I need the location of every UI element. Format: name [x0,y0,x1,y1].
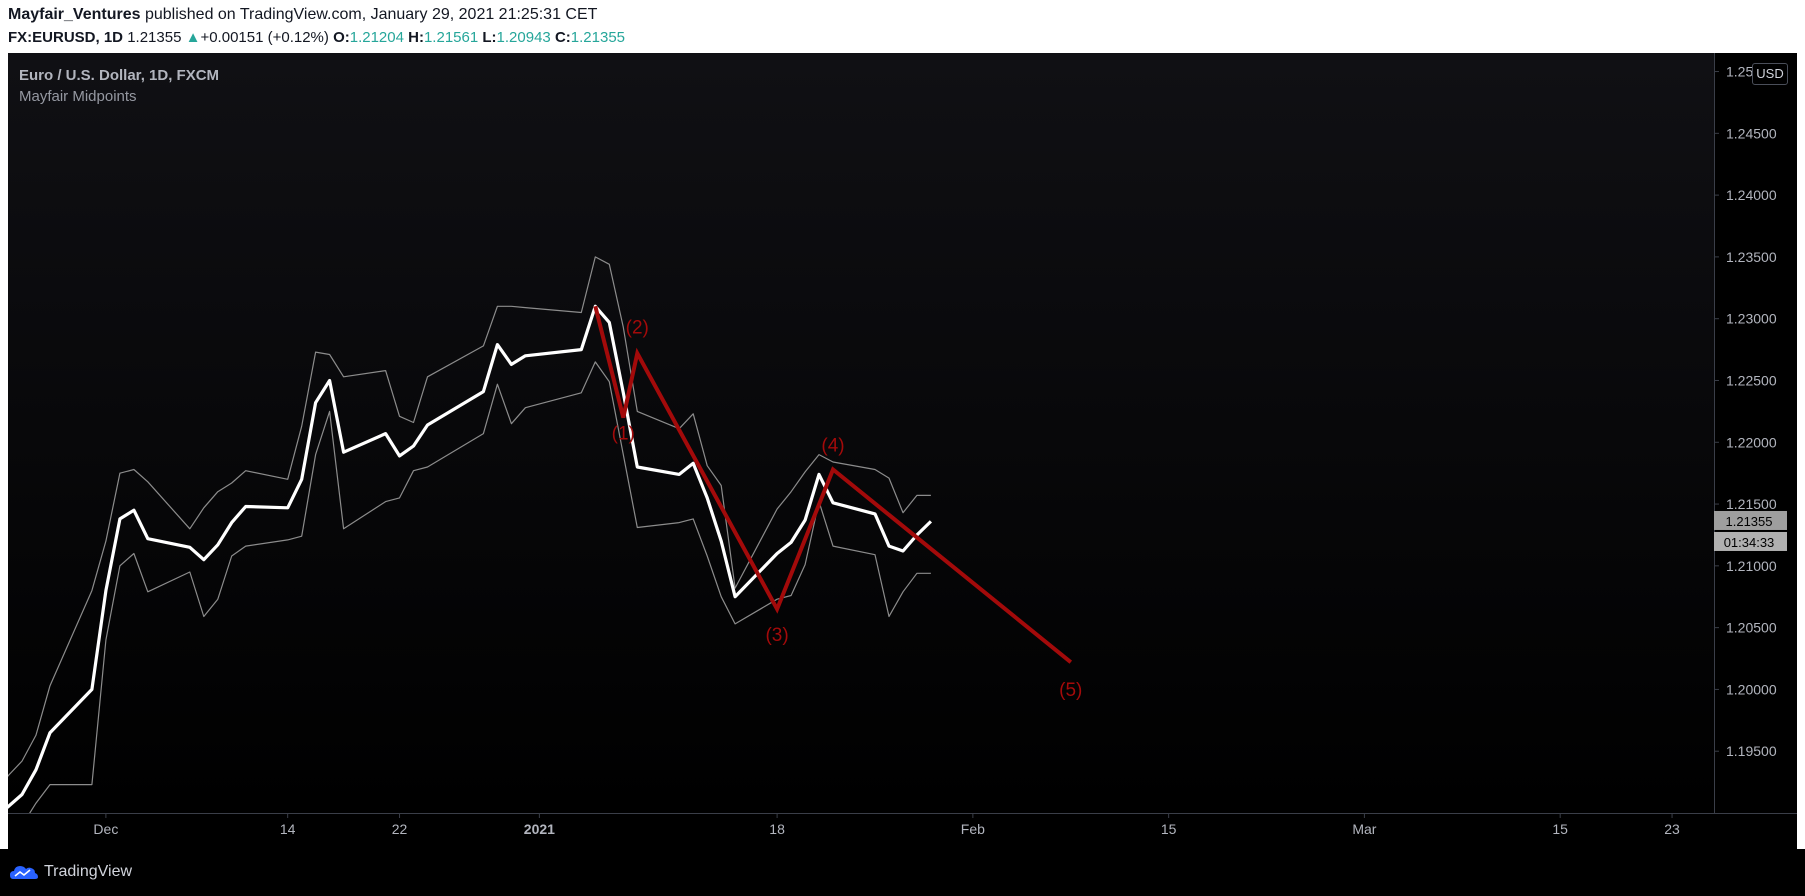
high-label: H: [408,29,424,46]
time-tick-label: 22 [392,821,408,837]
change-arrow-icon: ▲ [185,29,201,46]
time-tick-label: 15 [1161,821,1177,837]
high-value: 1.21561 [423,29,479,46]
time-tick-label: 2021 [524,821,555,837]
symbol-text: FX:EURUSD, 1D [8,29,124,46]
wave-label[interactable]: (5) [1059,680,1082,701]
open-label: O: [333,29,350,46]
publish-header: Mayfair_Ventures published on TradingVie… [0,0,1805,52]
last-price-label[interactable]: 1.21355 [1726,514,1773,529]
last-price: 1.21355 [127,29,182,46]
price-tick-label: 1.23500 [1726,249,1777,265]
wave-label[interactable]: (3) [765,625,788,646]
time-tick-label: 14 [280,821,296,837]
currency-badge[interactable]: USD [1752,63,1788,85]
price-tick-label: 1.21500 [1726,496,1777,512]
time-tick-label: 15 [1552,821,1568,837]
tradingview-brand-text: TradingView [44,863,133,880]
wave-label[interactable]: (2) [626,317,649,338]
countdown-label[interactable]: 01:34:33 [1724,535,1775,550]
price-chart[interactable]: 1.19500 1.20000 1.20500 1.21000 1.21500 1.220… [8,53,1797,849]
wave-label[interactable]: (1) [612,424,635,445]
published-text: published on TradingView.com, January 29… [140,6,598,23]
open-value: 1.21204 [349,29,404,46]
price-tick-label: 1.20500 [1726,620,1777,636]
price-axis[interactable]: 1.19500 1.20000 1.20500 1.21000 1.21500 1.220… [1714,53,1787,813]
low-label: L: [482,29,497,46]
time-tick-label: 23 [1664,821,1680,837]
legend-symbol-title[interactable]: Euro / U.S. Dollar, 1D, FXCM [19,67,219,84]
price-tick-label: 1.21000 [1726,558,1777,574]
close-label: C: [554,29,571,46]
price-tick-label: 1.23000 [1726,311,1777,327]
time-tick-label: Feb [961,821,985,837]
wave-label[interactable]: (4) [821,435,844,456]
footer-bar: TradingView [0,849,1805,896]
close-value: 1.21355 [570,29,626,46]
legend-indicator-name[interactable]: Mayfair Midpoints [19,88,137,105]
price-tick-label: 1.24500 [1726,125,1777,141]
change-value: +0.00151 (+0.12%) [200,29,329,46]
plot-area[interactable] [8,53,1714,849]
price-tick-label: 1.24000 [1726,187,1777,203]
tradingview-logo[interactable]: TradingView [10,863,132,881]
price-tick-label: 1.22500 [1726,372,1777,388]
price-tick-label: 1.22000 [1726,434,1777,450]
price-tick-label: 1.20000 [1726,681,1777,697]
chart-frame[interactable]: 1.19500 1.20000 1.20500 1.21000 1.21500 1.220… [8,53,1797,849]
author-name[interactable]: Mayfair_Ventures [8,6,141,23]
time-tick-label: Dec [93,821,118,837]
tradingview-cloud-icon [10,866,38,879]
symbol-ohlc-line: FX:EURUSD, 1D 1.21355 ▲+0.00151 (+0.12%)… [8,29,625,46]
publish-line: Mayfair_Ventures published on TradingVie… [8,6,597,24]
time-axis[interactable]: Dec 14 22 2021 18 Feb 15 Mar 15 23 [8,813,1797,837]
time-tick-label: 18 [769,821,785,837]
time-tick-label: Mar [1352,821,1376,837]
plot-background [8,53,1714,813]
price-tick-label: 1.19500 [1726,743,1777,759]
low-value: 1.20943 [496,29,551,46]
